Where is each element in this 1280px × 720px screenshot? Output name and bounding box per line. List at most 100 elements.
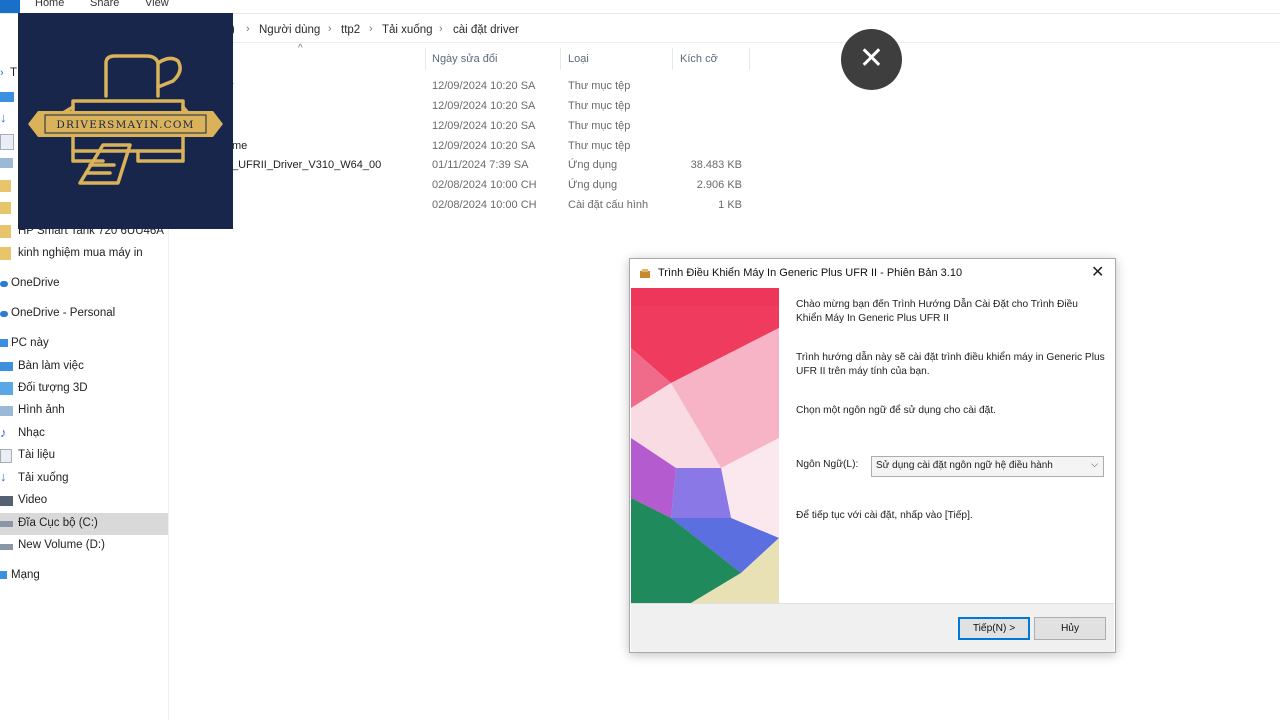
table-row[interactable]: r 12/09/2024 10:20 SA Thư mục tệp [170,77,770,96]
folder-icon [0,247,11,260]
choose-language-text: Chọn một ngôn ngữ để sử dụng cho cài đặt… [796,405,996,416]
cube-icon [0,382,13,395]
sidebar-item-video[interactable]: Video [0,491,168,511]
file-date: 01/11/2024 7:39 SA [432,159,529,171]
sidebar-item-label: OneDrive - Personal [11,307,116,319]
cloud-icon [0,311,8,317]
continue-hint: Để tiếp tục với cài đặt, nhấp vào [Tiếp]… [796,510,973,521]
network-icon [0,571,7,579]
file-date: 02/08/2024 10:00 CH [432,199,537,211]
installer-app-icon [639,267,651,279]
file-size: 2.906 KB [696,179,742,191]
breadcrumb-part[interactable]: Người dùng [259,24,320,36]
sidebar-item-label: kinh nghiệm mua máy in [18,247,143,259]
dialog-close-button[interactable]: ✕ [1091,262,1104,281]
download-icon[interactable]: ↓ [0,110,7,125]
table-row[interactable]: me 12/09/2024 10:20 SA Thư mục tệp [170,137,770,156]
ribbon: Home Share View [0,0,1280,14]
sidebar-item-desktop[interactable]: Bàn làm việc [0,357,168,377]
sidebar-item-label: Tài liệu [18,449,56,461]
installer-banner-art [631,288,779,603]
breadcrumb-part[interactable]: Tải xuống [382,24,433,36]
sidebar-item-downloads[interactable]: ↓ Tải xuống [0,469,168,489]
next-button[interactable]: Tiếp(N) > [958,617,1030,640]
installer-dialog: Trình Điều Khiển Máy In Generic Plus UFR… [629,258,1116,653]
table-row[interactable]: 02/08/2024 10:00 CH Ứng dụng 2.906 KB [170,176,770,195]
sidebar-item-music[interactable]: ♪ Nhạc [0,424,168,444]
sidebar-quick-access[interactable]: T [10,67,17,79]
expand-arrow-icon[interactable]: › [0,67,4,79]
sidebar-item-drive-c[interactable]: Đĩa Cục bộ (C:) [0,513,168,535]
chevron-right-icon: › [369,23,373,35]
cloud-icon [0,281,8,287]
column-header-type[interactable]: Loại [568,53,589,65]
breadcrumb-part[interactable]: cài đặt driver [453,24,519,36]
sidebar-item-label: Hình ảnh [18,404,65,416]
sidebar-item-label: Tải xuống [18,472,69,484]
file-type: Thư mục tệp [568,120,631,132]
file-type: Thư mục tệp [568,100,631,112]
file-type: Ứng dụng [568,159,618,171]
overlay-close-button[interactable]: ✕ [841,29,902,90]
sidebar-item-onedrive[interactable]: OneDrive [0,274,168,294]
breadcrumb[interactable]: ) › Người dùng › ttp2 › Tải xuống › cài … [170,20,1280,43]
sidebar-item-network[interactable]: Mạng [0,566,168,586]
sidebar-item-pc[interactable]: PC này [0,334,168,354]
sidebar-item-label: Bàn làm việc [18,360,84,372]
driversmayin-logo: DRIVERSMAYIN.COM [18,13,233,229]
dialog-titlebar[interactable]: Trình Điều Khiển Máy In Generic Plus UFR… [630,259,1115,287]
column-divider[interactable] [560,48,561,70]
drive-icon [0,521,13,527]
file-type: Ứng dụng [568,179,618,191]
dialog-title: Trình Điều Khiển Máy In Generic Plus UFR… [658,267,963,279]
cancel-button[interactable]: Hủy [1034,617,1106,640]
chevron-right-icon: › [328,23,332,35]
chevron-right-icon: › [439,23,443,35]
tab-share[interactable]: Share [90,0,119,9]
desktop-icon[interactable] [0,92,14,102]
sidebar-item-drive-d[interactable]: New Volume (D:) [0,536,168,556]
document-icon[interactable] [0,134,14,150]
folder-icon [0,225,11,238]
description-text: Trình hướng dẫn này sẽ cài đặt trình điề… [796,352,1105,377]
column-divider[interactable] [672,48,673,70]
sidebar-item-label: Nhạc [18,427,45,439]
sidebar-item-documents[interactable]: Tài liệu [0,446,168,466]
close-icon: ✕ [858,41,885,76]
column-header-date[interactable]: Ngày sửa đổi [432,53,497,65]
file-name: _UFRII_Driver_V310_W64_00 [232,159,382,171]
file-type: Thư mục tệp [568,80,631,92]
sidebar-item-label: PC này [11,337,49,349]
sidebar-item-3d-objects[interactable]: Đối tượng 3D [0,379,168,399]
sidebar-item-label: Đối tượng 3D [18,382,88,394]
file-tab[interactable] [0,0,20,13]
chevron-down-icon: ⌵ [1091,459,1098,469]
video-icon [0,496,13,506]
column-divider[interactable] [749,48,750,70]
logo-text: DRIVERSMAYIN.COM [56,119,194,131]
file-type: Cài đặt cấu hình [568,199,649,211]
language-select-value: Sử dụng cài đặt ngôn ngữ hệ điều hành [876,460,1053,471]
column-divider[interactable] [425,48,426,70]
sidebar-item-pictures[interactable]: Hình ảnh [0,401,168,421]
computer-icon [0,339,8,347]
file-size: 1 KB [718,199,742,211]
breadcrumb-part[interactable]: ttp2 [341,24,360,36]
folder-icon[interactable] [0,202,11,214]
tab-home[interactable]: Home [35,0,64,9]
dialog-footer: Tiếp(N) > Hủy [631,603,1114,652]
table-row[interactable]: 02/08/2024 10:00 CH Cài đặt cấu hình 1 K… [170,196,770,215]
tab-view[interactable]: View [145,0,169,9]
table-row[interactable]: 12/09/2024 10:20 SA Thư mục tệp [170,117,770,136]
sidebar-item-onedrive-personal[interactable]: OneDrive - Personal [0,304,168,324]
table-row[interactable]: _UFRII_Driver_V310_W64_00 01/11/2024 7:3… [170,156,770,175]
sidebar-item-kinh-nghiem[interactable]: kinh nghiệm mua máy in [0,244,168,264]
language-select[interactable]: Sử dụng cài đặt ngôn ngữ hệ điều hành ⌵ [871,456,1104,477]
folder-icon[interactable] [0,180,11,192]
sidebar-item-label: Đĩa Cục bộ (C:) [18,517,98,529]
file-name: me [232,140,248,152]
column-header-size[interactable]: Kích cỡ [680,53,718,65]
pictures-icon[interactable] [0,158,13,168]
table-row[interactable]: 12/09/2024 10:20 SA Thư mục tệp [170,97,770,116]
file-date: 02/08/2024 10:00 CH [432,179,537,191]
